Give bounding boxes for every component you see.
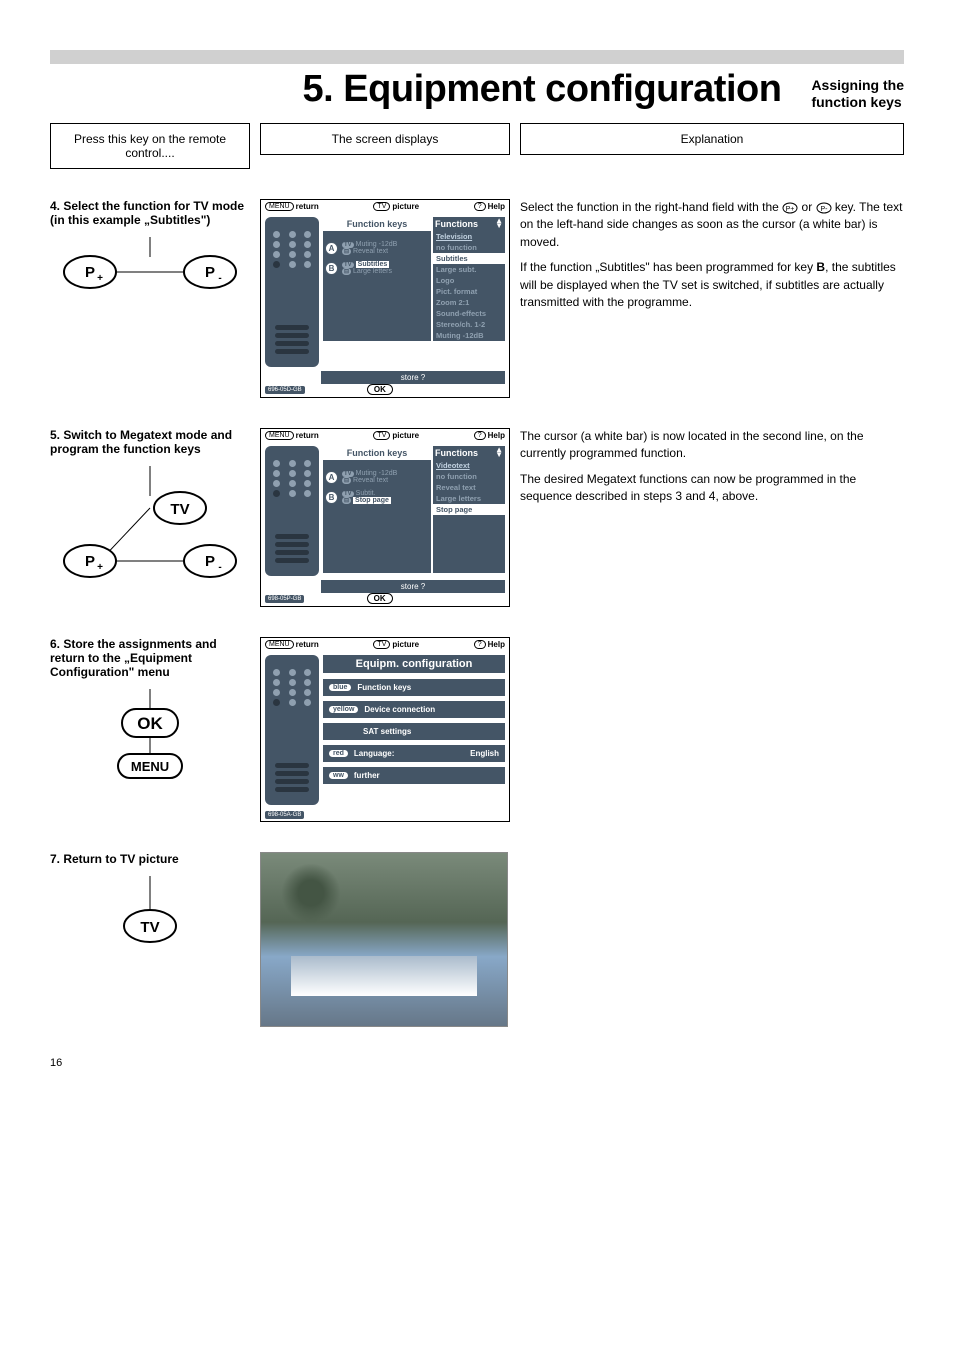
svg-text:P: P — [85, 553, 95, 570]
step6-screen: MENU return TV picture ? Help — [260, 637, 510, 822]
step4-screen: MENU return TV picture ? Help — [260, 199, 510, 398]
svg-text:P+: P+ — [786, 206, 795, 213]
step7-keys: TV — [50, 876, 250, 956]
col-header-mid: The screen displays — [260, 123, 510, 155]
ok-button: OK — [367, 384, 393, 395]
help-pill: ? — [474, 202, 486, 211]
p-plus-icon: P+ — [782, 202, 798, 214]
equip-config-title: Equipm. configuration — [323, 655, 505, 673]
key-a-icon: A — [325, 242, 338, 255]
function-item: Subtitles — [433, 253, 505, 264]
svg-text:TV: TV — [170, 501, 189, 518]
equip-menu-item: redLanguage:English — [323, 745, 505, 762]
function-item: Reveal text — [433, 482, 505, 493]
svg-text:TV: TV — [140, 919, 159, 936]
p-minus-icon: P- — [816, 202, 832, 214]
equip-menu-item: yellowDevice connection — [323, 701, 505, 718]
function-item: Stereo/ch. 1-2 — [433, 319, 505, 330]
fk-title: Function keys — [323, 217, 431, 231]
chapter-title: 5. Equipment configuration — [50, 68, 811, 111]
function-item: Television — [433, 231, 505, 242]
step5-screen: MENU return TV picture ? Help — [260, 428, 510, 607]
menu-key-label: MENU — [131, 759, 169, 774]
store-prompt: store ? — [321, 371, 505, 384]
svg-text:+: + — [97, 273, 103, 284]
ok-key-label: OK — [137, 714, 163, 733]
svg-text:+: + — [97, 562, 103, 573]
step4-explanation: Select the function in the right-hand fi… — [520, 199, 904, 319]
function-item: Large subt. — [433, 264, 505, 275]
function-item: Videotext — [433, 460, 505, 471]
key-b-icon: B — [325, 262, 338, 275]
function-item: Zoom 2:1 — [433, 297, 505, 308]
function-item: no function — [433, 242, 505, 253]
equip-menu-item: SAT settings — [323, 723, 505, 740]
tv-pill: TV — [373, 202, 390, 211]
remote-graphic — [265, 217, 319, 367]
remote-graphic — [265, 446, 319, 576]
function-item: Muting -12dB — [433, 330, 505, 341]
function-item: Stop page — [433, 504, 505, 515]
fn-title: Functions▲▼ — [433, 217, 505, 231]
function-item: no function — [433, 471, 505, 482]
tv-picture-photo — [260, 852, 508, 1027]
equip-menu-item: blueFunction keys — [323, 679, 505, 696]
remote-graphic — [265, 655, 319, 805]
function-item: Logo — [433, 275, 505, 286]
screen-code: 696-05D-GB — [265, 386, 305, 394]
function-item: Sound-effects — [433, 308, 505, 319]
svg-text:P-: P- — [820, 206, 828, 213]
step5-title: 5. Switch to Megatext mode and program t… — [50, 428, 250, 456]
function-item: Large letters — [433, 493, 505, 504]
chapter-header: 5. Equipment configuration Assigning the… — [50, 68, 904, 111]
step4-keys: P + P - — [50, 237, 250, 307]
header-strip — [50, 50, 904, 64]
step7-title: 7. Return to TV picture — [50, 852, 250, 866]
chapter-subtitle: Assigning the function keys — [811, 77, 904, 111]
equip-menu-item: wwfurther — [323, 767, 505, 784]
svg-text:-: - — [218, 273, 221, 284]
svg-text:-: - — [218, 562, 221, 573]
svg-text:P: P — [205, 264, 215, 281]
svg-text:P: P — [205, 553, 215, 570]
step5-explanation: The cursor (a white bar) is now located … — [520, 428, 904, 514]
step4-title: 4. Select the function for TV mode (in t… — [50, 199, 250, 227]
menu-pill: MENU — [265, 202, 294, 211]
col-header-left: Press this key on the remote control.... — [50, 123, 250, 169]
col-header-right: Explanation — [520, 123, 904, 155]
step5-keys: TV P + P - — [50, 466, 250, 596]
functions-list: Televisionno functionSubtitlesLarge subt… — [433, 231, 505, 341]
function-item: Pict. format — [433, 286, 505, 297]
functions-list: Videotextno functionReveal textLarge let… — [433, 460, 505, 573]
step6-title: 6. Store the assignments and return to t… — [50, 637, 250, 679]
step6-keys: OK MENU — [50, 689, 250, 799]
svg-text:P: P — [85, 264, 95, 281]
page-number: 16 — [50, 1057, 904, 1069]
